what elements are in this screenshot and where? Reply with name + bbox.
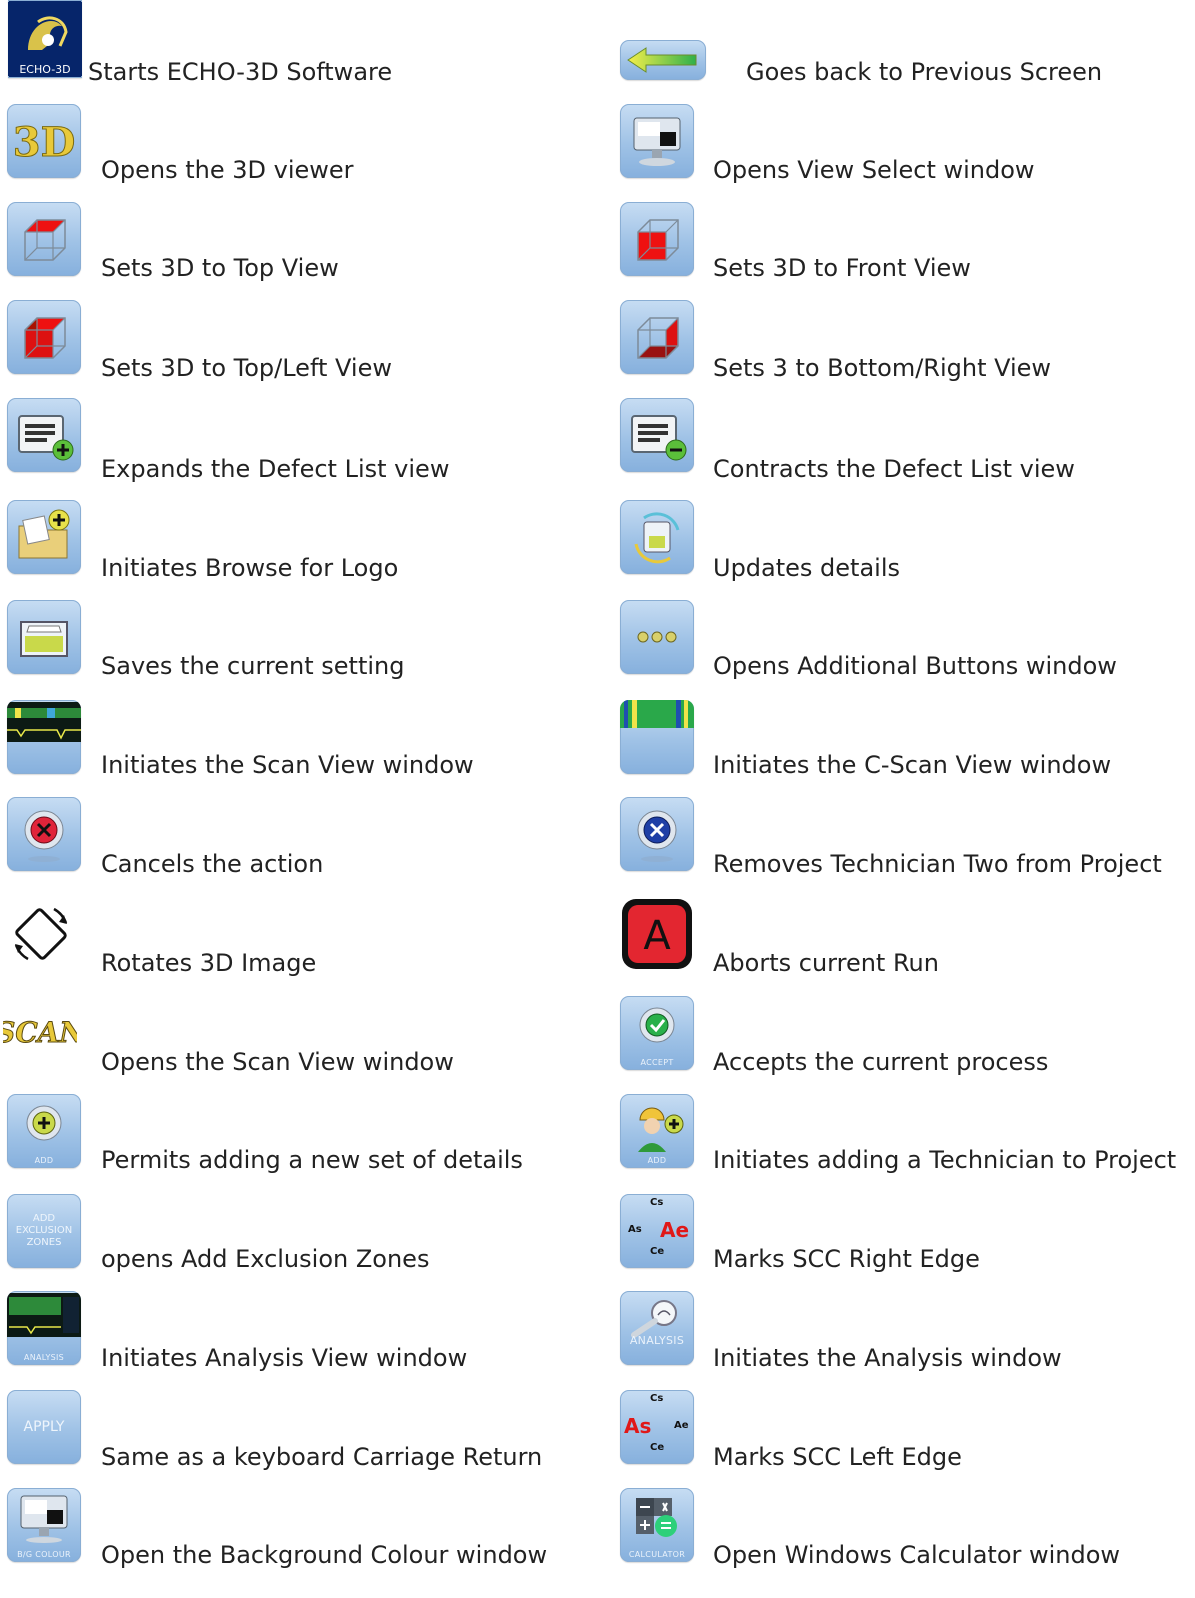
icon-description: Sets 3 to Bottom/Right View — [713, 354, 1052, 382]
icon-description: Sets 3D to Front View — [713, 254, 971, 282]
3d-viewer-icon: 3D — [7, 104, 81, 178]
icon-description: Initiates Browse for Logo — [101, 554, 399, 582]
icon-description: Permits adding a new set of details — [101, 1146, 523, 1174]
icon-description: Initiates adding a Technician to Project — [713, 1146, 1177, 1174]
rotate-icon — [4, 897, 78, 971]
scc-right-edge-icon: Cs As Ae Ce — [620, 1194, 694, 1268]
abort-icon: A — [620, 897, 694, 971]
list-expand-icon — [7, 398, 81, 472]
add-exclusion-zones-text: ADD EXCLUSION ZONES — [15, 1213, 73, 1248]
icon-description: Initiates the Scan View window — [101, 751, 474, 779]
icon-description: Open the Background Colour window — [101, 1541, 548, 1569]
save-disk-icon — [7, 600, 81, 674]
cube-front-view-icon — [620, 202, 694, 276]
apply-icon: APPLY — [7, 1390, 81, 1464]
icon-description: Rotates 3D Image — [101, 949, 317, 977]
icon-description: Sets 3D to Top View — [101, 254, 339, 282]
scc-letters: Cs As Ae Ce — [624, 1393, 689, 1453]
accept-check-icon: ACCEPT — [620, 996, 694, 1070]
svg-text:A: A — [643, 913, 671, 959]
view-select-monitor-icon — [620, 104, 694, 178]
icon-description: Aborts current Run — [713, 949, 939, 977]
scc-left-edge-icon: Cs As Ae Ce — [620, 1390, 694, 1464]
icon-description: Goes back to Previous Screen — [746, 58, 1103, 86]
back-arrow-icon — [620, 40, 706, 80]
icon-description: Initiates Analysis View window — [101, 1344, 468, 1372]
icon-description: opens Add Exclusion Zones — [101, 1245, 430, 1273]
icon-caption: CALCULATOR — [628, 1550, 686, 1559]
svg-text:SCAN: SCAN — [3, 1016, 77, 1049]
icon-description: Starts ECHO-3D Software — [88, 58, 393, 86]
icon-description: Marks SCC Right Edge — [713, 1245, 980, 1273]
remove-technician-icon — [620, 797, 694, 871]
icon-caption: ACCEPT — [640, 1058, 674, 1067]
icon-description: Saves the current setting — [101, 652, 405, 680]
svg-text:3D: 3D — [13, 119, 76, 166]
icon-description: Updates details — [713, 554, 901, 582]
add-plus-icon: ADD — [7, 1094, 81, 1168]
icon-description: Sets 3D to Top/Left View — [101, 354, 392, 382]
add-technician-icon: ADD — [620, 1094, 694, 1168]
cancel-x-icon — [7, 797, 81, 871]
icon-caption: ANALYSIS — [23, 1353, 65, 1362]
echo-3d-app-icon: ECHO-3D — [8, 0, 82, 78]
icon-description: Same as a keyboard Carriage Return — [101, 1443, 543, 1471]
update-details-icon — [620, 500, 694, 574]
analysis-view-icon: ANALYSIS — [7, 1291, 81, 1365]
icon-description: Initiates the Analysis window — [713, 1344, 1062, 1372]
cube-top-view-icon — [7, 202, 81, 276]
scc-letters: Cs As Ae Ce — [628, 1197, 690, 1257]
background-colour-icon: B/G COLOUR — [7, 1488, 81, 1562]
icon-caption: ANALYSIS — [629, 1334, 685, 1347]
app-caption: ECHO-3D — [19, 63, 71, 76]
icon-description: Opens Additional Buttons window — [713, 652, 1117, 680]
calculator-icon: CALCULATOR — [620, 1488, 694, 1562]
apply-text: APPLY — [23, 1419, 65, 1435]
add-exclusion-zones-icon: ADD EXCLUSION ZONES — [7, 1194, 81, 1268]
icon-description: Removes Technician Two from Project — [713, 850, 1162, 878]
icon-description: Accepts the current process — [713, 1048, 1049, 1076]
icon-description: Marks SCC Left Edge — [713, 1443, 962, 1471]
browse-folder-icon — [7, 500, 81, 574]
icon-description: Cancels the action — [101, 850, 324, 878]
c-scan-view-icon — [620, 700, 694, 774]
icon-caption: ADD — [34, 1156, 54, 1165]
list-contract-icon — [620, 398, 694, 472]
cube-bottom-right-view-icon — [620, 300, 694, 374]
icon-caption: ADD — [647, 1156, 667, 1165]
icon-description: Contracts the Defect List view — [713, 455, 1075, 483]
icon-description: Opens View Select window — [713, 156, 1035, 184]
icon-description: Opens the Scan View window — [101, 1048, 454, 1076]
more-dots-icon — [620, 600, 694, 674]
icon-caption: B/G COLOUR — [17, 1550, 71, 1559]
cube-top-left-view-icon — [7, 300, 81, 374]
icon-description: Expands the Defect List view — [101, 455, 450, 483]
icon-description: Initiates the C-Scan View window — [713, 751, 1112, 779]
icon-description: Opens the 3D viewer — [101, 156, 354, 184]
scan-view-graph-icon — [7, 700, 81, 774]
analysis-magnifier-icon: ANALYSIS — [620, 1291, 694, 1365]
icon-description: Open Windows Calculator window — [713, 1541, 1121, 1569]
scan-text-icon: SCAN — [3, 996, 77, 1070]
